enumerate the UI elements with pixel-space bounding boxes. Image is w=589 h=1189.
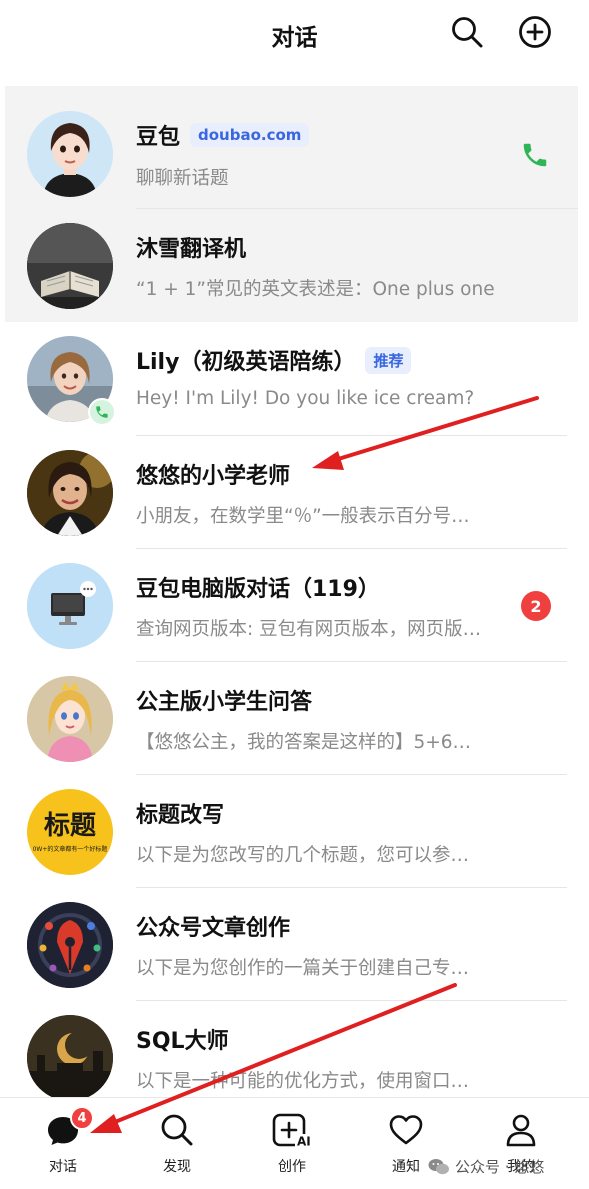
conversation-preview: 以下是一种可能的优化方式，使用窗口… bbox=[136, 1071, 470, 1092]
conversation-name: 标题改写 bbox=[136, 803, 225, 828]
avatar bbox=[27, 223, 113, 309]
domain-tag: doubao.com bbox=[190, 123, 310, 147]
conversation-name: Lily（初级英语陪练） bbox=[136, 350, 356, 375]
plus-circle-icon bbox=[519, 16, 551, 48]
conversation-item-article[interactable]: 公众号文章创作 以下是为您创作的一篇关于创建自己专… bbox=[0, 888, 589, 1001]
conversation-preview: 【悠悠公主，我的答案是这样的】5+6… bbox=[136, 732, 472, 753]
tab-discover[interactable]: 发现 bbox=[132, 1110, 222, 1176]
conversation-item-translator[interactable]: 沐雪翻译机 “1 + 1”常见的英文表述是：One plus one bbox=[5, 209, 578, 322]
watermark: 公众号 · 悠悠 bbox=[428, 1156, 544, 1177]
conversation-preview: 查询网页版本: 豆包有网页版本，网页版… bbox=[136, 619, 482, 640]
avatar bbox=[27, 450, 113, 536]
recommend-tag: 推荐 bbox=[365, 346, 412, 374]
avatar bbox=[27, 111, 113, 197]
conversation-item-doubao-pc[interactable]: 豆包电脑版对话（119） 查询网页版本: 豆包有网页版本，网页版… 2 bbox=[0, 549, 589, 662]
watermark-text: 公众号 · 悠悠 bbox=[455, 1158, 545, 1176]
phone-icon bbox=[523, 143, 547, 167]
conversation-list: 豆包 doubao.com 聊聊新话题 沐雪翻译机 “1 + 1”常见的英文表述… bbox=[0, 86, 589, 1101]
conversation-name: 公主版小学生问答 bbox=[136, 690, 313, 715]
conversation-preview: Hey! I'm Lily! Do you like ice cream? bbox=[136, 388, 475, 409]
avatar bbox=[27, 676, 113, 762]
page-title: 对话 bbox=[271, 25, 318, 51]
conversation-name: 沐雪翻译机 bbox=[136, 237, 247, 262]
tab-chat[interactable]: 4 对话 bbox=[18, 1106, 108, 1176]
tab-label: 创作 bbox=[278, 1159, 306, 1175]
search-icon bbox=[452, 17, 483, 48]
heart-icon bbox=[389, 1115, 423, 1145]
monitor-icon bbox=[27, 563, 113, 649]
call-button[interactable] bbox=[520, 140, 550, 170]
avatar bbox=[27, 563, 113, 649]
conversation-preview: 小朋友，在数学里“％”一般表示百分号… bbox=[136, 506, 470, 527]
voice-call-badge bbox=[88, 398, 116, 430]
tab-create[interactable]: AI 创作 bbox=[247, 1110, 337, 1176]
conversation-preview: 以下是为您创作的一篇关于创建自己专… bbox=[136, 958, 470, 979]
conversation-name: 公众号文章创作 bbox=[136, 916, 291, 941]
conversation-preview: 以下是为您改写的几个标题，您可以参… bbox=[136, 845, 470, 866]
conversation-item-doubao[interactable]: 豆包 doubao.com 聊聊新话题 bbox=[5, 86, 578, 209]
phone-icon bbox=[88, 398, 116, 426]
conversation-item-teacher[interactable]: 悠悠的小学老师 小朋友，在数学里“％”一般表示百分号… bbox=[0, 436, 589, 549]
ai-create-icon: AI bbox=[272, 1113, 313, 1149]
search-icon bbox=[161, 1114, 193, 1146]
conversation-name: 豆包 bbox=[136, 125, 181, 150]
header: 对话 bbox=[0, 0, 589, 70]
tab-unread-badge: 4 bbox=[70, 1106, 94, 1130]
conversation-name: 悠悠的小学老师 bbox=[136, 464, 291, 489]
conversation-name: SQL大师 bbox=[136, 1029, 229, 1054]
new-chat-button[interactable] bbox=[515, 12, 555, 52]
conversation-item-title-rewrite[interactable]: 标题 0W+的文章都有一个好标题 标题改写 以下是为您改写的几个标题，您可以参… bbox=[0, 775, 589, 888]
search-button[interactable] bbox=[447, 12, 487, 52]
unread-badge: 2 bbox=[521, 591, 551, 621]
conversation-preview: 聊聊新话题 bbox=[136, 168, 229, 189]
svg-text:AI: AI bbox=[297, 1135, 311, 1149]
conversation-name: 豆包电脑版对话（119） bbox=[136, 577, 380, 602]
avatar-subtitle: 0W+的文章都有一个好标题 bbox=[32, 845, 108, 853]
tab-label: 对话 bbox=[49, 1159, 77, 1175]
wechat-icon bbox=[428, 1158, 449, 1174]
user-icon bbox=[506, 1114, 536, 1147]
avatar: 标题 0W+的文章都有一个好标题 bbox=[27, 789, 113, 875]
avatar-title: 标题 bbox=[43, 810, 96, 841]
avatar bbox=[27, 902, 113, 988]
conversation-item-princess[interactable]: 公主版小学生问答 【悠悠公主，我的答案是这样的】5+6… bbox=[0, 662, 589, 775]
conversation-preview: “1 + 1”常见的英文表述是：One plus one bbox=[136, 279, 495, 300]
avatar bbox=[27, 1015, 113, 1101]
tab-label: 发现 bbox=[163, 1159, 191, 1175]
conversation-item-sql[interactable]: SQL大师 以下是一种可能的优化方式，使用窗口… bbox=[0, 1001, 589, 1101]
